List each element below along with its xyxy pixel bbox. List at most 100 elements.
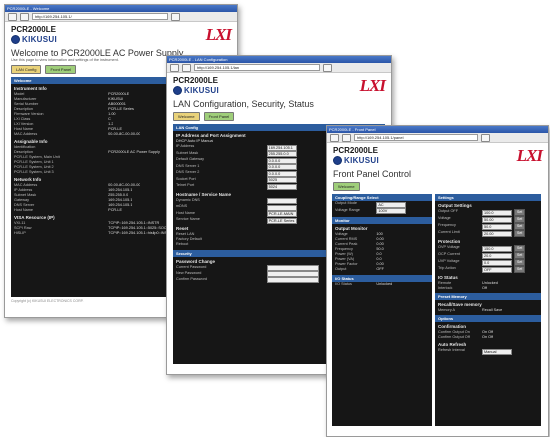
address-bar[interactable]: http://169.254.105.1/panel [354,134,478,141]
kv-input[interactable]: 50.00 [482,216,512,223]
back-button[interactable] [170,63,179,72]
kikusui-logo-mark [11,35,20,44]
kv-input[interactable]: 0.0 [482,259,512,266]
monitor-list: Voltage 100 Current RMS 0.00 Current Peak 0.0… [332,232,432,272]
kv-input[interactable]: PCR-LE-MAIN [266,211,297,217]
set-button[interactable]: Set [514,245,526,252]
kikusui-logo: KIKUSUI [11,35,231,44]
forward-button[interactable] [342,133,351,142]
go-button[interactable] [323,63,332,72]
nav-button-welcome[interactable]: Welcome [173,112,200,121]
nav-button-welcome[interactable]: Welcome [333,182,360,191]
list-item-label: Confirm Password [176,276,208,281]
password-field[interactable] [266,276,319,283]
kv-label: Host Name [14,208,33,212]
kv-input[interactable]: Manual [482,348,512,355]
kv-value: Off [482,286,487,290]
nav-button-front-panel[interactable]: Front Panel [203,112,235,121]
browser-toolbar: http://169.254.105.1/panel [327,133,548,143]
kv-input[interactable]: 5024 [266,183,297,190]
nav-button-front-panel[interactable]: Front Panel [45,65,77,74]
kv-input[interactable]: PCR-LE Series [266,217,297,224]
kikusui-logo-mark [333,156,342,165]
back-button[interactable] [330,133,339,142]
set-button[interactable]: Set [514,266,526,273]
kv-row: Memory A Recall Save [435,308,541,313]
title-bar: PCR2000LE - LAN Configuration [167,56,391,63]
nav-buttons: Welcome [327,179,548,194]
ranging-title: Coupling/Range Select [332,194,432,201]
forward-button[interactable] [182,63,191,72]
kv-input[interactable]: 0.0.0.0 [266,157,297,164]
lxi-logo: LXI [516,146,543,165]
set-button[interactable]: Set [514,209,526,216]
title-bar: PCR2000LE - Welcome [5,5,237,12]
memory-title: Preset Memory [435,293,541,300]
lxi-logo: LXI [205,25,232,44]
set-button[interactable]: Set [514,230,526,237]
go-button[interactable] [171,12,180,21]
kv-row: Voltage 50.00 Set [435,216,541,223]
kv-input[interactable]: 20.0 [482,252,512,259]
list-item-label: Reboot [176,241,189,246]
kikusui-wordmark: KIKUSUI [344,156,379,165]
back-button[interactable] [8,12,17,21]
page-title: LAN Configuration, Security, Status [173,99,314,109]
kv-value: Unlocked [376,282,393,286]
kv-row: UVP Voltage 0.0 Set [435,259,541,266]
kv-row: Interlock Off [435,286,541,291]
kv-label: I/O Status [335,282,352,286]
kikusui-wordmark: KIKUSUI [184,86,219,95]
kv-row: Voltage Range 100V [332,208,432,214]
kv-label: Memory A [438,308,456,312]
go-button[interactable] [481,133,490,142]
set-button[interactable]: Set [514,223,526,230]
kv-row: OCP Current 20.0 Set [435,252,541,259]
kv-label: Telnet Port [176,183,195,187]
brand-header: PCR2000LE KIKUSUI LXI [5,22,237,44]
kv-input[interactable]: 100V [376,208,407,214]
model-name: PCR2000LE [11,25,56,34]
kv-input[interactable]: 5025 [266,177,297,183]
brand-header: PCR2000LE KIKUSUI LXI [167,73,391,95]
nav-button-lan-config[interactable]: LAN Config [11,65,42,74]
kikusui-wordmark: KIKUSUI [22,35,57,44]
browser-toolbar: http://169.254.105.1/lan [167,63,391,73]
kv-input[interactable]: OFF [482,266,512,273]
kv-input[interactable]: 0.0.0.0 [266,164,297,170]
settings-title: Settings [435,194,541,201]
kv-input[interactable]: 0.0.0.0 [266,170,297,177]
refresh-list: Refresh Interval Manual [435,348,541,355]
address-bar[interactable]: http://169.254.105.1/lan [194,64,320,71]
kv-input[interactable] [266,204,297,211]
panel-left-column: Coupling/Range Select Output Mode AC Volta… [332,194,432,426]
page-title: Front Panel Control [333,169,412,179]
output-settings-list: Output OFF 100.0 Set Voltage 50.00 Set Frequen… [435,209,541,237]
window-title: PCR2000LE - Welcome [7,6,50,11]
list-item-label: PCR-LE System, Unit 3 [14,170,54,174]
kv-label: Trip Action [438,266,456,270]
kv-input[interactable]: 20.00 [482,230,512,237]
kv-value: PCR2000LE AC Power Supply [108,150,160,154]
io-status-title: IO Status [438,275,458,280]
kv-label: MAC Address [14,132,38,136]
monitor-title: Monitor [332,217,432,224]
model-name: PCR2000LE [173,76,218,85]
kv-input[interactable]: 150.0 [482,245,512,252]
memory-list: Memory A Recall Save [435,308,541,313]
kv-input[interactable]: 50.0 [482,223,512,230]
forward-button[interactable] [20,12,29,21]
kv-label: OCP Current [438,252,460,256]
kv-input[interactable]: 169.254.105.1 [266,144,297,151]
kv-input[interactable]: AC [376,201,407,208]
title-bar: PCR2000LE - Front Panel [327,126,548,133]
kv-value: OFF [376,267,384,271]
kv-input[interactable]: 100.0 [482,209,512,216]
set-button[interactable]: Set [514,259,526,266]
set-button[interactable]: Set [514,252,526,259]
status-title: I/O Status [332,275,432,282]
address-bar[interactable]: http://169.254.105.1/ [32,13,168,20]
set-button[interactable]: Set [514,216,526,223]
kv-input[interactable] [266,198,297,204]
kv-input[interactable]: 255.255.0.0 [266,151,297,157]
